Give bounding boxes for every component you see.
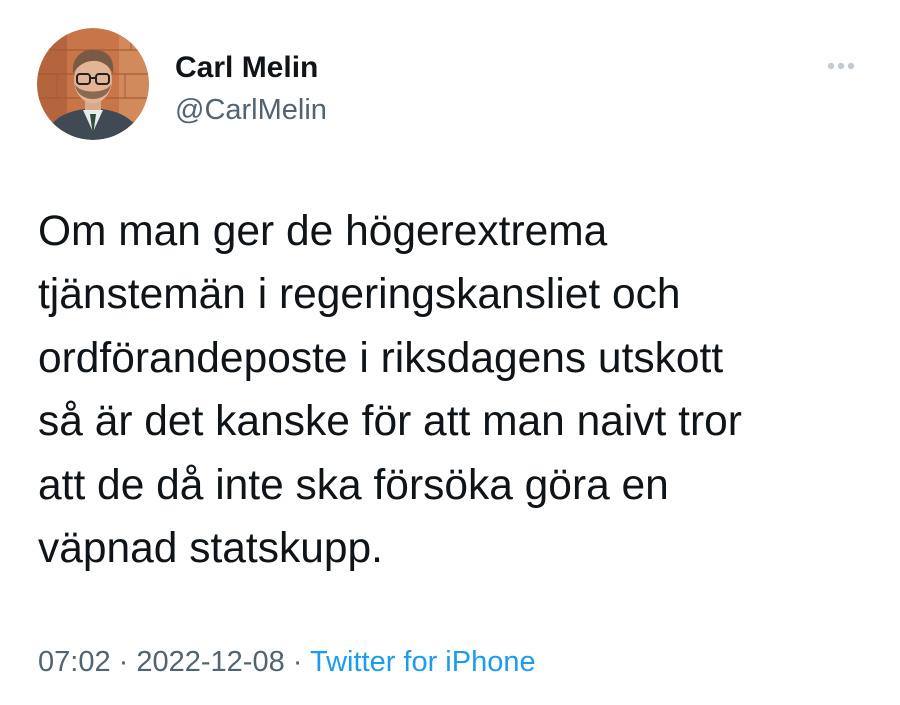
author-handle[interactable]: @CarlMelin <box>175 92 327 128</box>
author-name[interactable]: Carl Melin <box>175 50 318 86</box>
tweet-source-link[interactable]: Twitter for iPhone <box>310 646 536 678</box>
more-horizontal-icon <box>827 62 855 70</box>
tweet-text: Om man ger de högerextrema tjänstemän i … <box>38 208 742 573</box>
meta-separator: · <box>110 646 137 678</box>
tweet-time[interactable]: 07:02 <box>38 646 111 678</box>
tweet-metadata: 07:02 · 2022-12-08 · Twitter for iPhone <box>38 642 536 682</box>
meta-separator: · <box>284 646 310 678</box>
avatar[interactable] <box>37 28 149 140</box>
avatar-photo <box>37 28 149 140</box>
tweet-date[interactable]: 2022-12-08 <box>136 646 284 678</box>
tweet-card: Carl Melin @CarlMelin Om man ger de höge… <box>0 0 900 705</box>
more-button[interactable] <box>818 54 864 78</box>
